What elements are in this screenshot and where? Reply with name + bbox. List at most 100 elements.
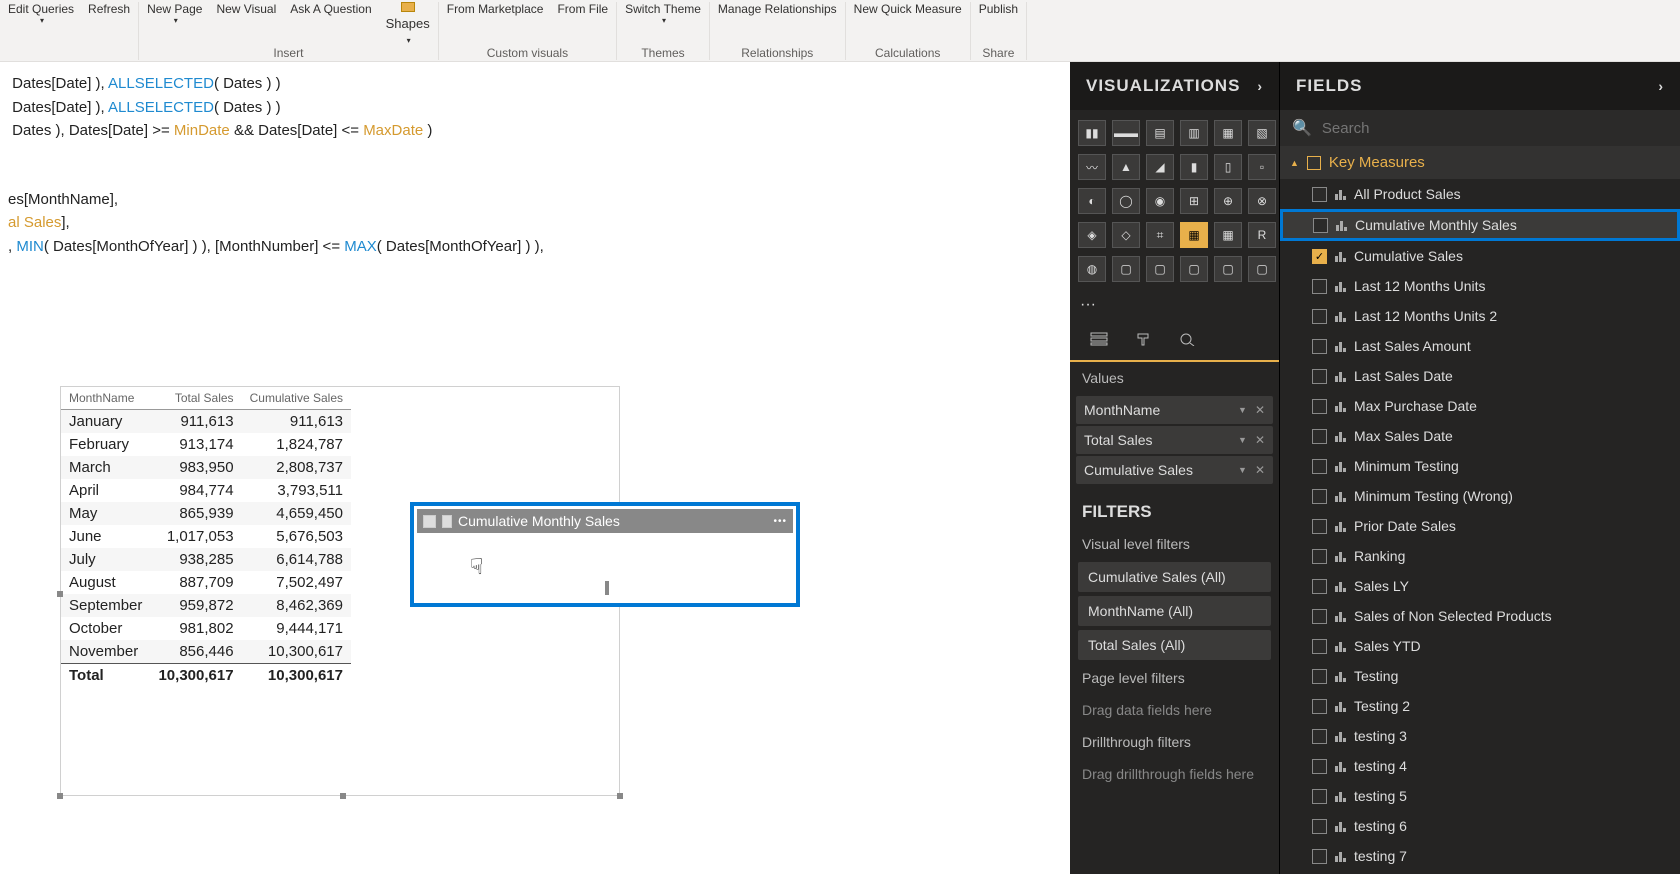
well-remove-icon[interactable]: ✕: [1255, 403, 1265, 417]
field-item[interactable]: testing 5: [1280, 781, 1680, 811]
field-item[interactable]: Max Purchase Date: [1280, 391, 1680, 421]
field-checkbox[interactable]: [1312, 339, 1327, 354]
field-item[interactable]: Testing: [1280, 661, 1680, 691]
viz-type-icon[interactable]: ▤: [1146, 120, 1174, 146]
viz-type-icon[interactable]: ▢: [1180, 256, 1208, 282]
viz-type-icon[interactable]: ▬▬: [1112, 120, 1140, 146]
table-row[interactable]: October981,8029,444,171: [61, 617, 351, 640]
resize-handle-icon[interactable]: [57, 793, 63, 799]
viz-type-icon[interactable]: ◐: [1078, 188, 1106, 214]
ask-question-button[interactable]: Ask A Question: [290, 2, 371, 16]
viz-type-icon[interactable]: ▥: [1180, 120, 1208, 146]
table-row[interactable]: June1,017,0535,676,503: [61, 525, 351, 548]
edit-queries-button[interactable]: Edit Queries▾: [8, 2, 74, 26]
field-item[interactable]: Prior Date Sales: [1280, 511, 1680, 541]
viz-type-icon[interactable]: ⊕: [1214, 188, 1242, 214]
viz-type-icon[interactable]: ▦: [1180, 222, 1208, 248]
filter-chip[interactable]: Total Sales (All): [1078, 630, 1271, 660]
viz-type-icon[interactable]: ▢: [1248, 256, 1276, 282]
viz-type-icon[interactable]: ▢: [1112, 256, 1140, 282]
new-page-button[interactable]: New Page▾: [147, 2, 202, 26]
field-well[interactable]: Cumulative Sales▼✕: [1076, 456, 1273, 484]
refresh-button[interactable]: Refresh: [88, 2, 130, 16]
table-row[interactable]: August887,7097,502,497: [61, 571, 351, 594]
resize-handle-icon[interactable]: [57, 591, 63, 597]
viz-type-icon[interactable]: ◍: [1078, 256, 1106, 282]
new-visual-button[interactable]: New Visual: [216, 2, 276, 16]
field-item[interactable]: Ranking: [1280, 541, 1680, 571]
expand-pane-icon[interactable]: ›: [1257, 78, 1263, 94]
field-checkbox[interactable]: [1312, 519, 1327, 534]
manage-relationships-button[interactable]: Manage Relationships: [718, 2, 837, 16]
field-item[interactable]: ✓Cumulative Sales: [1280, 241, 1680, 271]
table-row[interactable]: September959,8728,462,369: [61, 594, 351, 617]
field-well[interactable]: Total Sales▼✕: [1076, 426, 1273, 454]
viz-type-icon[interactable]: 〰: [1078, 154, 1106, 180]
field-item[interactable]: Minimum Testing: [1280, 451, 1680, 481]
viz-type-icon[interactable]: ▢: [1146, 256, 1174, 282]
field-item[interactable]: Testing 2: [1280, 691, 1680, 721]
field-item[interactable]: Max Sales Date: [1280, 421, 1680, 451]
viz-type-icon[interactable]: ▦: [1214, 120, 1242, 146]
field-checkbox[interactable]: [1312, 459, 1327, 474]
from-file-button[interactable]: From File: [557, 2, 608, 16]
field-item[interactable]: Sales of Non Selected Products: [1280, 601, 1680, 631]
field-checkbox[interactable]: [1313, 218, 1328, 233]
viz-type-icon[interactable]: ▮▮: [1078, 120, 1106, 146]
publish-button[interactable]: Publish: [979, 2, 1018, 16]
viz-type-icon[interactable]: ⌗: [1146, 222, 1174, 248]
field-item[interactable]: Cumulative Monthly Sales: [1280, 209, 1680, 241]
field-checkbox[interactable]: [1312, 489, 1327, 504]
field-checkbox[interactable]: [1312, 699, 1327, 714]
viz-type-icon[interactable]: ◢: [1146, 154, 1174, 180]
table-row[interactable]: November856,44610,300,617: [61, 640, 351, 664]
field-item[interactable]: Last Sales Amount: [1280, 331, 1680, 361]
field-item[interactable]: Sales LY: [1280, 571, 1680, 601]
field-checkbox[interactable]: [1312, 429, 1327, 444]
table-row[interactable]: January911,613911,613: [61, 410, 351, 434]
viz-type-icon[interactable]: ⊞: [1180, 188, 1208, 214]
field-checkbox[interactable]: [1312, 369, 1327, 384]
new-quick-measure-button[interactable]: New Quick Measure: [854, 2, 962, 16]
field-item[interactable]: Last 12 Months Units: [1280, 271, 1680, 301]
resize-handle-icon[interactable]: [605, 581, 609, 595]
field-checkbox[interactable]: [1312, 579, 1327, 594]
well-dropdown-icon[interactable]: ▼: [1238, 405, 1247, 415]
field-item[interactable]: Last 12 Months Units 2: [1280, 301, 1680, 331]
viz-type-icon[interactable]: ▲: [1112, 154, 1140, 180]
viz-type-icon[interactable]: ▢: [1214, 256, 1242, 282]
card-visual-header[interactable]: Cumulative Monthly Sales •••: [417, 509, 793, 533]
field-checkbox[interactable]: [1312, 819, 1327, 834]
well-remove-icon[interactable]: ✕: [1255, 463, 1265, 477]
field-item[interactable]: Last Sales Date: [1280, 361, 1680, 391]
field-item[interactable]: Minimum Testing (Wrong): [1280, 481, 1680, 511]
viz-type-icon[interactable]: ⊗: [1248, 188, 1276, 214]
table-row[interactable]: July938,2856,614,788: [61, 548, 351, 571]
table-node-key-measures[interactable]: ▲ Key Measures: [1280, 146, 1680, 179]
viz-type-icon[interactable]: ◇: [1112, 222, 1140, 248]
field-checkbox[interactable]: [1312, 789, 1327, 804]
well-remove-icon[interactable]: ✕: [1255, 433, 1265, 447]
from-marketplace-button[interactable]: From Marketplace: [447, 2, 544, 16]
table-row[interactable]: April984,7743,793,511: [61, 479, 351, 502]
col-header-cumulative[interactable]: Cumulative Sales: [242, 387, 351, 410]
table-row[interactable]: March983,9502,808,737: [61, 456, 351, 479]
viz-type-icon[interactable]: ▧: [1248, 120, 1276, 146]
viz-type-icon[interactable]: ▦: [1214, 222, 1242, 248]
viz-type-icon[interactable]: ◈: [1078, 222, 1106, 248]
field-checkbox[interactable]: [1312, 549, 1327, 564]
viz-type-icon[interactable]: ▮: [1180, 154, 1208, 180]
field-checkbox[interactable]: [1312, 279, 1327, 294]
field-item[interactable]: testing 4: [1280, 751, 1680, 781]
col-header-total[interactable]: Total Sales: [150, 387, 241, 410]
expand-pane-icon[interactable]: ›: [1658, 78, 1664, 94]
field-well[interactable]: MonthName▼✕: [1076, 396, 1273, 424]
table-row[interactable]: February913,1741,824,787: [61, 433, 351, 456]
fields-tab-icon[interactable]: [1084, 326, 1114, 352]
analytics-tab-icon[interactable]: [1172, 326, 1202, 352]
field-checkbox[interactable]: [1312, 729, 1327, 744]
table-row[interactable]: May865,9394,659,450: [61, 502, 351, 525]
viz-type-icon[interactable]: ◉: [1146, 188, 1174, 214]
card-visual[interactable]: Cumulative Monthly Sales •••: [410, 502, 800, 607]
field-checkbox[interactable]: ✓: [1312, 249, 1327, 264]
